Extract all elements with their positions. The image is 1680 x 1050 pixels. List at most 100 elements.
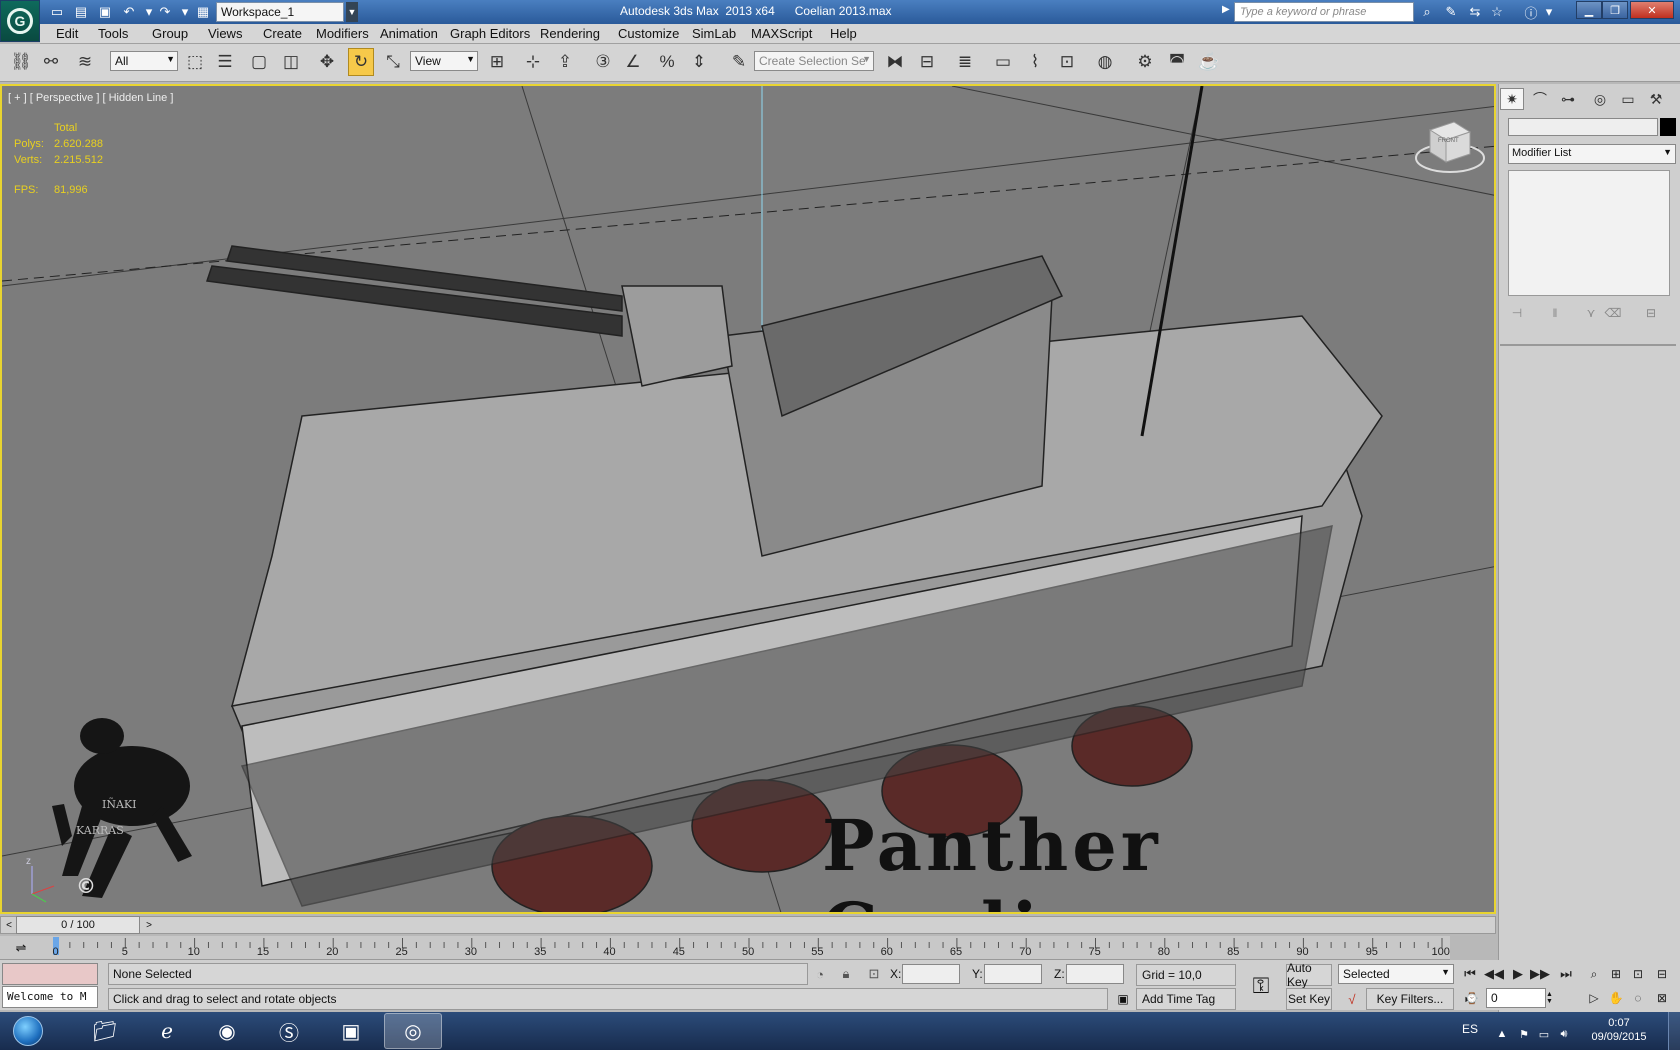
restore-button[interactable]: ❐ xyxy=(1602,1,1628,19)
selection-lock-icon[interactable]: 🔒︎ xyxy=(836,964,856,984)
percent-snap-icon[interactable]: % xyxy=(654,48,680,76)
object-name-field[interactable] xyxy=(1508,118,1658,136)
pivot-center-icon[interactable]: ⊞ xyxy=(484,48,510,76)
menu-modifiers[interactable]: Modifiers xyxy=(316,26,369,41)
menu-customize[interactable]: Customize xyxy=(618,26,679,41)
minimize-button[interactable]: ▁ xyxy=(1576,1,1602,19)
time-slider-prev-icon[interactable]: < xyxy=(2,916,16,934)
zoom-icon[interactable]: ⌕ xyxy=(1584,964,1604,984)
selection-filter-dropdown[interactable]: All ▼ xyxy=(110,51,178,71)
time-slider[interactable] xyxy=(0,916,1496,934)
zoom-extents-icon[interactable]: ⊡ xyxy=(1628,964,1648,984)
material-editor-icon[interactable]: ◍ xyxy=(1092,48,1118,76)
perspective-viewport[interactable]: z [ + ] [ Perspective ] [ Hidden Line ] … xyxy=(0,84,1496,914)
favorites-star-icon[interactable]: ☆ xyxy=(1488,3,1506,21)
workspace-dropdown[interactable]: Workspace_1 xyxy=(216,2,344,22)
hierarchy-tab-icon[interactable]: ⊶ xyxy=(1556,88,1580,110)
menu-create[interactable]: Create xyxy=(263,26,302,41)
app-menu-button[interactable]: G xyxy=(0,0,40,42)
menu-views[interactable]: Views xyxy=(208,26,242,41)
reference-coordinate-dropdown[interactable]: View ▼ xyxy=(410,51,478,71)
set-keys-key-icon[interactable]: ⚿ xyxy=(1244,968,1278,1004)
remove-modifier-icon[interactable]: ⌫ xyxy=(1602,304,1624,322)
time-configuration-icon[interactable]: ⌚ xyxy=(1462,988,1482,1008)
angle-snap-icon[interactable]: ∠ xyxy=(620,48,646,76)
help-icon[interactable]: ⓘ xyxy=(1522,3,1540,21)
window-crossing-icon[interactable]: ◫ xyxy=(278,48,304,76)
communication-icon[interactable]: ⇆ xyxy=(1466,3,1484,21)
curve-editor-icon[interactable]: ⌇ xyxy=(1022,48,1048,76)
keyboard-shortcut-toggle-icon[interactable]: ⇪ xyxy=(552,48,578,76)
edit-named-selection-icon[interactable]: ✎ xyxy=(726,48,752,76)
absolute-mode-icon[interactable]: ⊡ xyxy=(864,964,884,984)
previous-frame-icon[interactable]: ◀◀ xyxy=(1484,964,1504,984)
internet-explorer-icon[interactable]: ℯ xyxy=(138,1013,196,1049)
render-production-icon[interactable]: ☕ xyxy=(1196,48,1222,76)
x-coordinate-field[interactable] xyxy=(902,964,960,984)
z-coordinate-field[interactable] xyxy=(1066,964,1124,984)
modifier-stack-list[interactable] xyxy=(1508,170,1670,296)
create-tab-icon[interactable]: ✷ xyxy=(1500,88,1524,110)
modifier-list-dropdown[interactable]: Modifier List ▼ xyxy=(1508,144,1676,164)
time-slider-next-icon[interactable]: > xyxy=(142,916,156,934)
binoculars-icon[interactable]: ⌕ xyxy=(1418,3,1436,21)
modify-tab-icon[interactable]: ⌒ xyxy=(1528,88,1552,110)
pin-stack-icon[interactable]: ⊣ xyxy=(1506,304,1528,322)
render-setup-icon[interactable]: ⚙ xyxy=(1132,48,1158,76)
auto-key-button[interactable]: Auto Key xyxy=(1286,961,1332,989)
redo-icon[interactable]: ↷ xyxy=(156,3,174,21)
key-filters-button[interactable]: Key Filters... xyxy=(1366,988,1454,1010)
mirror-icon[interactable]: ⧓ xyxy=(882,48,908,76)
open-mini-curve-editor-icon[interactable]: ⇌ xyxy=(10,938,32,958)
link-icon[interactable]: ⛓ xyxy=(8,48,34,76)
spinner-snap-icon[interactable]: ⇕ xyxy=(686,48,712,76)
maxscript-output[interactable]: Welcome to M xyxy=(2,986,98,1008)
select-manipulate-icon[interactable]: ⊹ xyxy=(520,48,546,76)
language-indicator[interactable]: ES xyxy=(1462,1022,1478,1036)
go-to-end-icon[interactable]: ⏭ xyxy=(1556,964,1576,984)
time-tag-icon[interactable]: ▣ xyxy=(1114,990,1132,1008)
save-icon[interactable]: ▣ xyxy=(96,3,114,21)
3dsmax-taskbar-icon[interactable]: ◎ xyxy=(384,1013,442,1049)
zoom-extents-all-icon[interactable]: ⊟ xyxy=(1652,964,1672,984)
time-slider-thumb[interactable]: 0 / 100 xyxy=(16,916,140,934)
redo-dropdown-icon[interactable]: ▾ xyxy=(176,3,194,21)
undo-icon[interactable]: ↶ xyxy=(120,3,138,21)
go-to-start-icon[interactable]: ⏮ xyxy=(1460,964,1480,984)
rectangular-selection-icon[interactable]: ▢ xyxy=(246,48,272,76)
y-coordinate-field[interactable] xyxy=(984,964,1042,984)
close-button[interactable]: ✕ xyxy=(1630,1,1674,19)
default-tangent-icon[interactable]: √ xyxy=(1342,990,1362,1008)
configure-sets-icon[interactable]: ⊟ xyxy=(1640,304,1662,322)
add-time-tag-button[interactable]: Add Time Tag xyxy=(1136,988,1236,1010)
project-folder-icon[interactable]: ▦ xyxy=(194,3,212,21)
schematic-view-icon[interactable]: ⊡ xyxy=(1054,48,1080,76)
show-desktop-button[interactable] xyxy=(1668,1012,1680,1050)
pan-view-icon[interactable]: ✋ xyxy=(1606,988,1626,1008)
object-color-swatch[interactable] xyxy=(1660,118,1676,136)
key-selection-dropdown[interactable]: Selected ▼ xyxy=(1338,964,1454,984)
make-unique-icon[interactable]: ⋎ xyxy=(1580,304,1602,322)
menu-graph-editors[interactable]: Graph Editors xyxy=(450,26,530,41)
menu-simlab[interactable]: SimLab xyxy=(692,26,736,41)
bind-spacewarp-icon[interactable]: ≋ xyxy=(72,48,98,76)
subscription-icon[interactable]: ✎ xyxy=(1442,3,1460,21)
firefox-icon[interactable]: ◉ xyxy=(198,1013,256,1049)
menu-edit[interactable]: Edit xyxy=(56,26,78,41)
isolate-selection-icon[interactable]: ◔ xyxy=(810,964,830,984)
select-object-icon[interactable]: ⬚ xyxy=(182,48,208,76)
set-key-button[interactable]: Set Key xyxy=(1286,988,1332,1010)
select-move-icon[interactable]: ✥ xyxy=(314,48,340,76)
photo-viewer-icon[interactable]: ▣ xyxy=(322,1013,380,1049)
utilities-tab-icon[interactable]: ⚒ xyxy=(1644,88,1668,110)
display-tab-icon[interactable]: ▭ xyxy=(1616,88,1640,110)
open-file-icon[interactable]: ▤ xyxy=(72,3,90,21)
menu-maxscript[interactable]: MAXScript xyxy=(751,26,812,41)
help-dropdown-icon[interactable]: ▾ xyxy=(1540,3,1558,21)
new-file-icon[interactable]: ▭ xyxy=(48,3,66,21)
select-scale-icon[interactable]: ⤡ xyxy=(380,48,406,76)
viewport-label-menu[interactable]: [ + ] [ Perspective ] [ Hidden Line ] xyxy=(8,92,173,104)
menu-help[interactable]: Help xyxy=(830,26,857,41)
skype-icon[interactable]: Ⓢ xyxy=(260,1013,318,1049)
align-icon[interactable]: ⊟ xyxy=(914,48,940,76)
